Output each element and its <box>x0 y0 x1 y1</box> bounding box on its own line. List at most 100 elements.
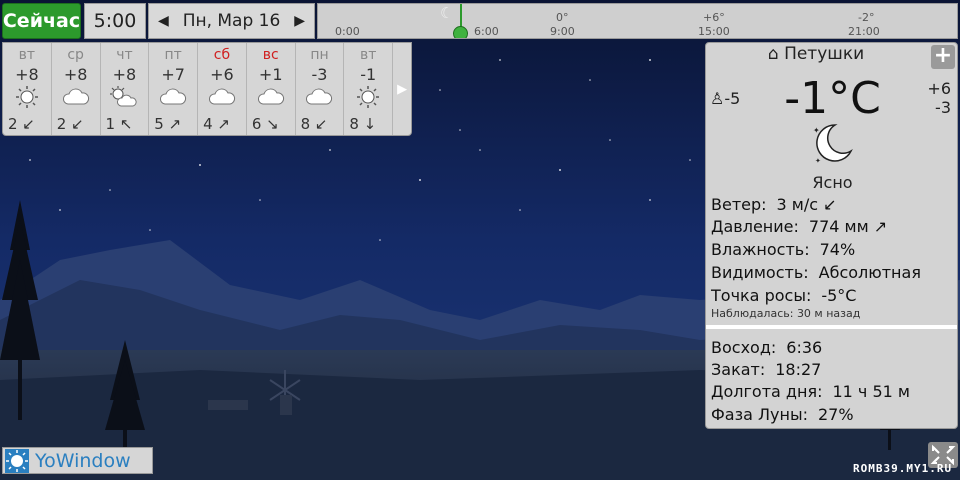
timeline-slider-handle[interactable] <box>453 26 468 38</box>
timeline-hour: 6:00 <box>474 25 499 38</box>
brand-name: YoWindow <box>35 449 131 472</box>
home-icon: ⌂ <box>767 44 779 64</box>
forecast-day[interactable]: пн -3 8 ↙ <box>296 43 345 135</box>
forecast-day[interactable]: пт +7 5 ↗ <box>149 43 199 135</box>
forecast-day[interactable]: чт +8 1 ↖ <box>101 43 150 135</box>
high-low: +6 -3 <box>927 79 951 117</box>
forecast-next-icon[interactable]: ▶ <box>393 43 411 135</box>
svg-text:✦: ✦ <box>813 126 820 135</box>
visibility-label: Видимость: <box>711 263 809 282</box>
pressure-value: 774 мм ↗ <box>808 217 888 236</box>
forecast-day[interactable]: вс +1 6 ↘ <box>247 43 296 135</box>
forecast-day-wind: 4 ↗ <box>203 115 230 133</box>
forecast-day-name: пн <box>310 47 329 63</box>
forecast-day-temp: +8 <box>15 65 39 84</box>
moonphase-row: Фаза Луны: 27% <box>711 405 854 424</box>
hourly-timeline[interactable]: 0:00 6:00 9:00 15:00 21:00 0° +6° -2° ☾ <box>317 3 958 39</box>
forecast-day-wind: 6 ↘ <box>251 115 279 133</box>
high-temp: +6 <box>927 79 951 98</box>
humidity-value: 74% <box>819 240 856 259</box>
forecast-day-wind: 8 ↙ <box>300 115 328 133</box>
pressure-label: Давление: <box>711 217 799 236</box>
cloud-icon <box>198 85 246 109</box>
timeline-hour: 21:00 <box>848 25 880 38</box>
dewpoint-row: Точка росы: -5°C <box>711 286 856 305</box>
visibility-row: Видимость: Абсолютная <box>711 263 921 282</box>
watermark-text: ROMB39.MY1.RU <box>853 462 953 475</box>
forecast-day-temp: +8 <box>112 65 137 84</box>
pressure-row: Давление: 774 мм ↗ <box>711 217 887 236</box>
location-title[interactable]: ⌂ Петушки <box>706 44 926 64</box>
panel-divider <box>706 325 957 329</box>
current-temperature: -1°C <box>784 73 881 124</box>
forecast-day-temp: -1 <box>360 65 377 84</box>
forecast-day-wind: 8 ↓ <box>349 115 377 133</box>
forecast-day-temp: +7 <box>161 65 185 84</box>
sun-cloud-icon <box>101 85 149 109</box>
forecast-day-wind: 2 ↙ <box>8 115 35 133</box>
forecast-day-name: вт <box>18 47 36 63</box>
sun-logo-icon <box>5 448 29 473</box>
cloud-icon <box>52 85 100 109</box>
moonphase-label: Фаза Луны: <box>711 405 808 424</box>
forecast-day-name: сб <box>213 47 231 63</box>
dewpoint-value: -5°C <box>821 286 857 305</box>
dewpoint-label: Точка росы: <box>711 286 812 305</box>
plus-icon: + <box>933 43 953 68</box>
forecast-day-temp: +8 <box>63 65 88 84</box>
forecast-day-name: пт <box>164 47 182 63</box>
forecast-day-name: вт <box>360 47 377 63</box>
wind-value: 3 м/с ↙ <box>776 195 837 214</box>
sunset-value: 18:27 <box>775 360 822 379</box>
forecast-day-name: ср <box>67 47 84 63</box>
forecast-day[interactable]: вт +8 2 ↙ <box>3 43 52 135</box>
crescent-moon-icon: ☾ <box>440 4 454 22</box>
wind-row: Ветер: 3 м/с ↙ <box>711 195 837 214</box>
timeline-hour: 0:00 <box>335 25 360 38</box>
low-temp: -3 <box>935 98 951 117</box>
sunrise-value: 6:36 <box>786 338 823 357</box>
crescent-moon-icon: ✦ ✦ <box>813 124 853 165</box>
forecast-day[interactable]: ср +8 2 ↙ <box>52 43 101 135</box>
cloud-icon <box>149 85 197 109</box>
visibility-value: Абсолютная <box>818 263 921 282</box>
current-weather-panel: ⌂ Петушки + ♙-5 -1°C +6 -3 ✦ ✦ Ясно Вете… <box>705 42 958 429</box>
timeline-hour: 15:00 <box>698 25 730 38</box>
date-selector: ◀ Пн, Мар 16 ▶ <box>148 3 315 39</box>
daylength-row: Долгота дня: 11 ч 51 м <box>711 382 910 401</box>
cloud-icon <box>296 85 344 109</box>
next-day-icon[interactable]: ▶ <box>294 13 305 29</box>
forecast-day-wind: 5 ↗ <box>154 115 182 133</box>
sunset-row: Закат: 18:27 <box>711 360 821 379</box>
yowindow-logo-button[interactable]: YoWindow <box>2 447 153 474</box>
sun-icon <box>3 85 51 109</box>
forecast-day-temp: -3 <box>311 65 328 84</box>
observation-time: Наблюдалась: 30 м назад <box>711 307 861 320</box>
sunrise-row: Восход: 6:36 <box>711 338 822 357</box>
humidity-label: Влажность: <box>711 240 810 259</box>
now-button[interactable]: Сейчас <box>2 3 81 39</box>
timeline-temp: 0° <box>556 11 569 24</box>
sunrise-label: Восход: <box>711 338 777 357</box>
top-bar: Сейчас 5:00 ◀ Пн, Мар 16 ▶ 0:00 6:00 9:0… <box>0 0 960 42</box>
forecast-day-wind: 1 ↖ <box>105 115 133 133</box>
forecast-day-temp: +1 <box>258 65 283 84</box>
wind-label: Ветер: <box>711 195 767 214</box>
moonphase-value: 27% <box>817 405 854 424</box>
timeline-hour: 9:00 <box>550 25 575 38</box>
cloud-icon <box>247 85 295 109</box>
forecast-day[interactable]: сб +6 4 ↗ <box>198 43 247 135</box>
forecast-day-temp: +6 <box>210 65 234 84</box>
timeline-temp: -2° <box>858 11 875 24</box>
forecast-day[interactable]: вт -1 8 ↓ <box>344 43 394 135</box>
daylength-value: 11 ч 51 м <box>832 382 910 401</box>
forecast-day-name: вс <box>262 47 279 63</box>
current-time[interactable]: 5:00 <box>84 3 146 39</box>
forecast-day-name: чт <box>116 47 133 63</box>
add-location-button[interactable]: + <box>931 45 955 69</box>
daily-forecast: вт +8 2 ↙ ср +8 2 ↙ чт +8 1 ↖ пт +7 5 ↗ сб +6 4 ↗ вс +1 6… <box>2 42 412 136</box>
location-name: Петушки <box>784 44 865 64</box>
forecast-day-wind: 2 ↙ <box>56 115 84 133</box>
prev-day-icon[interactable]: ◀ <box>158 13 169 29</box>
svg-text:✦: ✦ <box>815 157 821 165</box>
